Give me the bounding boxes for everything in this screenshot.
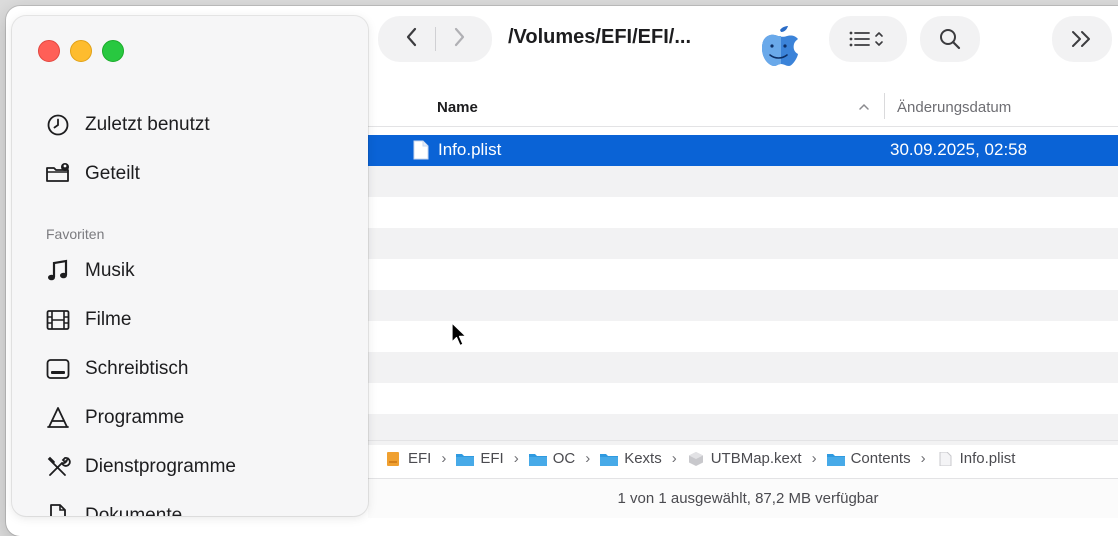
path-item-efi-folder[interactable]: EFI › xyxy=(456,450,522,467)
list-view-icon xyxy=(849,31,883,47)
file-icon xyxy=(939,451,952,466)
shared-folder-icon xyxy=(45,161,85,187)
nav-separator xyxy=(434,27,436,51)
close-button[interactable] xyxy=(38,40,60,62)
empty-row xyxy=(368,352,1118,383)
mouse-pointer-icon xyxy=(451,322,467,347)
sidebar-item-label: Filme xyxy=(85,308,132,330)
window-title: /Volumes/EFI/EFI/... xyxy=(508,26,691,48)
forward-button[interactable] xyxy=(450,26,468,53)
finder-app-icon[interactable] xyxy=(758,24,798,68)
folder-icon xyxy=(456,453,475,466)
sidebar-item-label: Dokumente xyxy=(85,504,183,517)
path-bar: EFI › EFI › OC › Kexts › UTBMap.kext › C… xyxy=(368,440,1118,476)
empty-row xyxy=(368,166,1118,197)
clock-icon xyxy=(45,112,85,138)
path-item-contents[interactable]: Contents › xyxy=(826,450,930,467)
kext-icon xyxy=(688,451,703,466)
path-separator: › xyxy=(513,450,519,467)
path-item-label: Info.plist xyxy=(959,450,1016,467)
path-separator: › xyxy=(811,450,817,467)
empty-row xyxy=(368,197,1118,228)
header-divider xyxy=(368,126,1118,127)
tools-icon xyxy=(45,454,85,480)
sidebar-item-label: Musik xyxy=(85,259,135,281)
sidebar-item-desktop[interactable]: Schreibtisch xyxy=(12,344,368,393)
more-toolbar-button[interactable] xyxy=(1052,16,1112,62)
file-date: 30.09.2025, 02:58 xyxy=(890,140,1028,159)
empty-row xyxy=(368,228,1118,259)
double-chevron-right-icon xyxy=(1072,31,1090,47)
empty-row xyxy=(368,290,1118,321)
chevron-right-icon xyxy=(454,27,464,46)
path-item-kext[interactable]: UTBMap.kext › xyxy=(687,450,821,467)
sidebar-item-utilities[interactable]: Dienstprogramme xyxy=(12,442,368,491)
sidebar: Zuletzt benutzt Geteilt Favoriten Musik … xyxy=(12,16,368,516)
folder-icon xyxy=(528,453,547,466)
zoom-button[interactable] xyxy=(102,40,124,62)
path-item-label: UTBMap.kext xyxy=(710,450,802,467)
path-item-label: EFI xyxy=(480,450,504,467)
folder-icon xyxy=(600,453,619,466)
table-row[interactable]: Info.plist 30.09.2025, 02:58 xyxy=(368,135,1118,166)
navigation-buttons xyxy=(378,16,492,62)
empty-row xyxy=(368,383,1118,414)
sidebar-item-label: Schreibtisch xyxy=(85,357,189,379)
path-separator: › xyxy=(671,450,677,467)
window-controls xyxy=(38,40,124,62)
path-item-label: Contents xyxy=(850,450,911,467)
film-icon xyxy=(45,307,85,333)
magnifier-icon xyxy=(940,29,961,50)
path-item-kexts[interactable]: Kexts › xyxy=(600,450,681,467)
column-divider[interactable] xyxy=(884,93,885,119)
file-list: Info.plist 30.09.2025, 02:58 xyxy=(368,135,1118,445)
sidebar-item-shared[interactable]: Geteilt xyxy=(12,149,368,198)
column-header-name[interactable]: Name xyxy=(437,92,478,122)
view-options-button[interactable] xyxy=(829,16,907,62)
desktop-icon xyxy=(45,356,85,382)
sidebar-item-recents[interactable]: Zuletzt benutzt xyxy=(12,100,368,149)
path-separator: › xyxy=(920,450,926,467)
sidebar-item-label: Dienstprogramme xyxy=(85,455,236,477)
sidebar-item-documents[interactable]: Dokumente xyxy=(12,491,368,516)
path-item-label: OC xyxy=(552,450,576,467)
file-name: Info.plist xyxy=(438,140,502,159)
sidebar-item-label: Geteilt xyxy=(85,162,140,184)
apps-icon xyxy=(45,405,85,431)
path-item-label: EFI xyxy=(408,450,432,467)
plist-file-icon xyxy=(413,140,429,160)
folder-icon xyxy=(826,453,845,466)
search-button[interactable] xyxy=(920,16,980,62)
empty-row xyxy=(368,321,1118,352)
drive-icon xyxy=(387,451,399,466)
column-header-date[interactable]: Änderungsdatum xyxy=(897,92,1011,122)
empty-row xyxy=(368,259,1118,290)
sidebar-list: Zuletzt benutzt Geteilt Favoriten Musik … xyxy=(12,100,368,516)
sort-ascending-icon[interactable] xyxy=(858,92,870,122)
sidebar-item-label: Programme xyxy=(85,406,185,428)
path-separator: › xyxy=(441,450,447,467)
sidebar-item-movies[interactable]: Filme xyxy=(12,295,368,344)
sidebar-section-favorites: Favoriten xyxy=(46,226,105,242)
document-icon xyxy=(45,503,85,516)
chevron-left-icon xyxy=(406,27,416,46)
music-note-icon xyxy=(45,258,85,284)
sidebar-item-label: Zuletzt benutzt xyxy=(85,113,210,135)
sidebar-item-applications[interactable]: Programme xyxy=(12,393,368,442)
back-button[interactable] xyxy=(403,26,421,53)
path-item-info-plist[interactable]: Info.plist xyxy=(936,450,1016,467)
sidebar-item-music[interactable]: Musik xyxy=(12,246,368,295)
status-bar: 1 von 1 ausgewählt, 87,2 MB verfügbar xyxy=(368,478,1118,518)
minimize-button[interactable] xyxy=(70,40,92,62)
path-item-label: Kexts xyxy=(624,450,662,467)
path-item-efi-volume[interactable]: EFI › xyxy=(384,450,450,467)
path-item-oc[interactable]: OC › xyxy=(528,450,595,467)
path-separator: › xyxy=(585,450,591,467)
